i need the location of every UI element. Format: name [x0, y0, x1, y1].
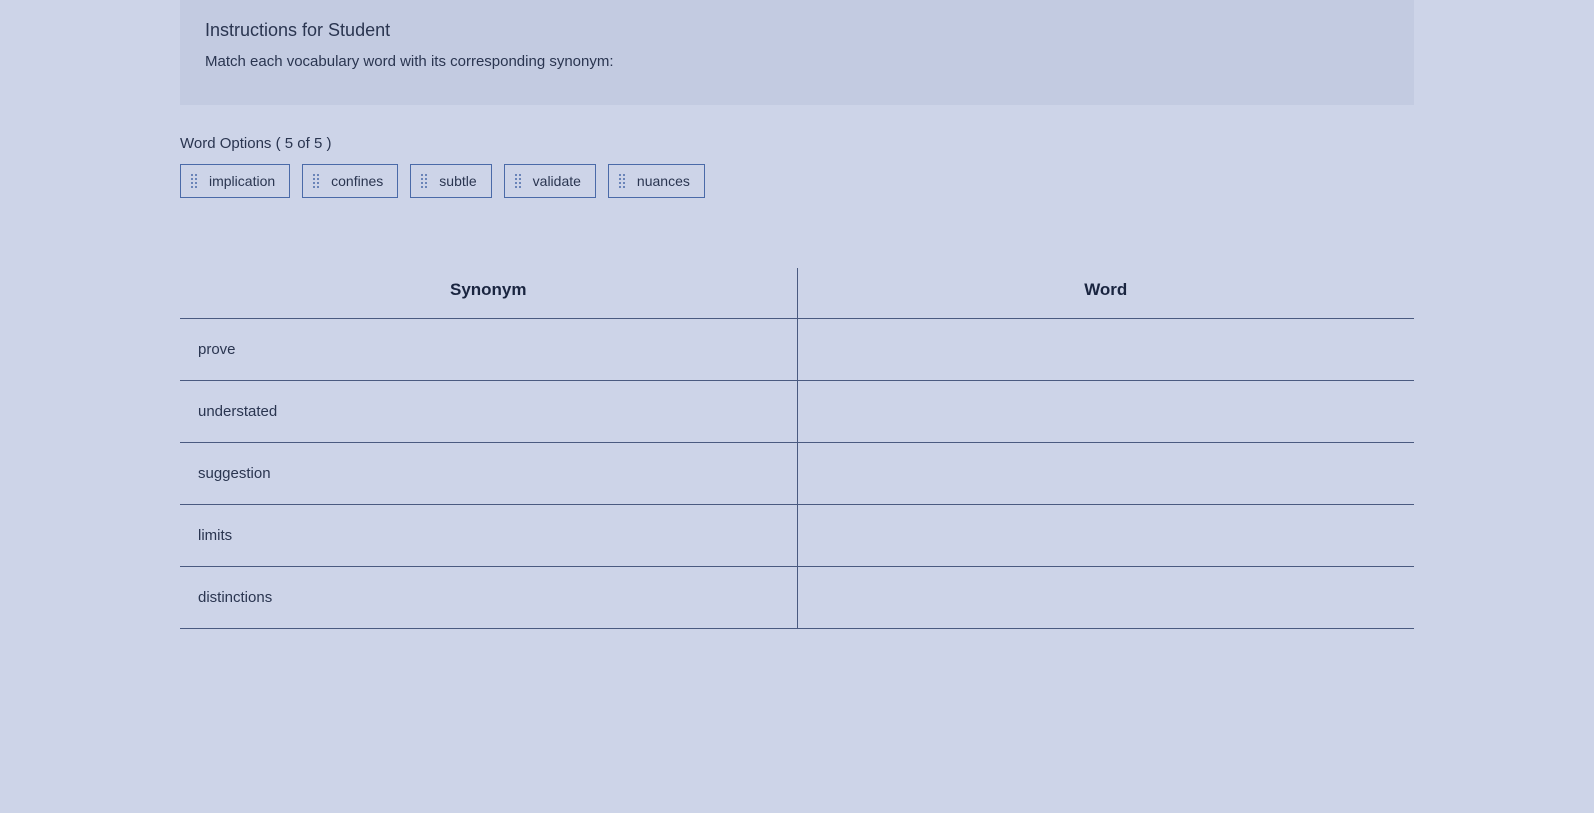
- word-options-label: Word Options ( 5 of 5 ): [180, 135, 1414, 152]
- synonym-cell: suggestion: [180, 443, 797, 505]
- synonym-cell: understated: [180, 381, 797, 443]
- main-container: Instructions for Student Match each voca…: [0, 0, 1594, 629]
- drag-handle-icon: [421, 174, 431, 188]
- word-options-row: implication confines subtle: [180, 164, 1414, 198]
- word-chip-label: subtle: [439, 173, 476, 189]
- table-row: suggestion: [180, 443, 1414, 505]
- drag-handle-icon: [515, 174, 525, 188]
- table-row: limits: [180, 505, 1414, 567]
- table-row: prove: [180, 319, 1414, 381]
- instructions-box: Instructions for Student Match each voca…: [180, 0, 1414, 105]
- synonym-cell: prove: [180, 319, 797, 381]
- column-header-synonym: Synonym: [180, 268, 797, 319]
- word-chip-subtle[interactable]: subtle: [410, 164, 491, 198]
- word-chip-nuances[interactable]: nuances: [608, 164, 705, 198]
- word-chip-validate[interactable]: validate: [504, 164, 596, 198]
- word-drop-cell[interactable]: [797, 381, 1414, 443]
- instructions-text: Match each vocabulary word with its corr…: [205, 53, 1389, 70]
- instructions-title: Instructions for Student: [205, 20, 1389, 41]
- column-header-word: Word: [797, 268, 1414, 319]
- synonym-cell: distinctions: [180, 567, 797, 629]
- word-chip-implication[interactable]: implication: [180, 164, 290, 198]
- table-row: understated: [180, 381, 1414, 443]
- match-table-wrapper: Synonym Word prove understated suggestio…: [180, 268, 1414, 629]
- word-drop-cell[interactable]: [797, 505, 1414, 567]
- word-chip-label: nuances: [637, 173, 690, 189]
- drag-handle-icon: [313, 174, 323, 188]
- word-drop-cell[interactable]: [797, 443, 1414, 505]
- drag-handle-icon: [619, 174, 629, 188]
- word-chip-confines[interactable]: confines: [302, 164, 398, 198]
- match-table: Synonym Word prove understated suggestio…: [180, 268, 1414, 629]
- word-drop-cell[interactable]: [797, 319, 1414, 381]
- word-chip-label: confines: [331, 173, 383, 189]
- table-row: distinctions: [180, 567, 1414, 629]
- word-chip-label: validate: [533, 173, 581, 189]
- word-drop-cell[interactable]: [797, 567, 1414, 629]
- synonym-cell: limits: [180, 505, 797, 567]
- drag-handle-icon: [191, 174, 201, 188]
- word-chip-label: implication: [209, 173, 275, 189]
